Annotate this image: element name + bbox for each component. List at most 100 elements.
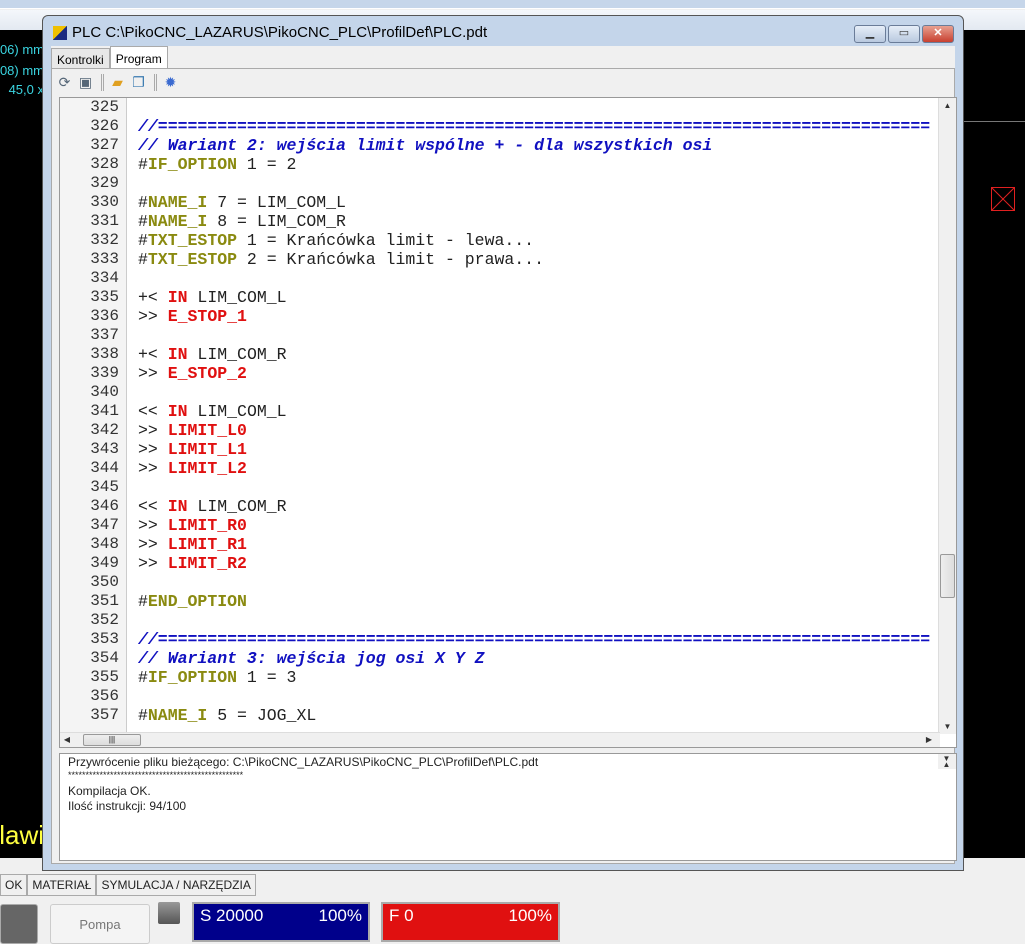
code-line[interactable]: #NAME_I 5 = JOG_XL	[138, 706, 939, 725]
tab-kontrolki[interactable]: Kontrolki	[51, 48, 110, 69]
code-area[interactable]: //======================================…	[138, 98, 939, 734]
maximize-button[interactable]: ▭	[888, 25, 920, 43]
code-line[interactable]	[138, 611, 939, 630]
code-keyword: LIMIT_R0	[167, 516, 247, 535]
line-number: 325	[90, 98, 119, 116]
code-line[interactable]: +< IN LIM_COM_R	[138, 345, 939, 364]
code-line[interactable]	[138, 174, 939, 193]
spindle-label: S 20000	[200, 906, 264, 925]
line-number: 333	[90, 250, 119, 268]
code-text: >>	[138, 554, 168, 573]
app-top-bar	[0, 0, 1025, 9]
code-line[interactable]: //======================================…	[138, 630, 939, 649]
code-line[interactable]: >> LIMIT_L1	[138, 440, 939, 459]
code-line[interactable]: >> LIMIT_R2	[138, 554, 939, 573]
code-line[interactable]: >> LIMIT_L0	[138, 421, 939, 440]
code-line[interactable]: #NAME_I 8 = LIM_COM_R	[138, 212, 939, 231]
code-comment: // Wariant 2: wejścia limit wspólne + - …	[138, 136, 713, 155]
compile-output: Przywrócenie pliku bieżącego: C:\PikoCNC…	[59, 753, 957, 861]
spindle-percent: 100%	[318, 906, 362, 925]
tab-ok[interactable]: OK	[0, 874, 28, 896]
code-line[interactable]: #IF_OPTION 1 = 2	[138, 155, 939, 174]
code-keyword: LIMIT_L2	[167, 459, 247, 478]
output-scrollbar[interactable]: ▲ ▼	[938, 754, 956, 769]
code-line[interactable]: #IF_OPTION 1 = 3	[138, 668, 939, 687]
code-line[interactable]	[138, 98, 939, 117]
open-folder-icon[interactable]: ▰	[109, 74, 126, 91]
refresh-icon[interactable]: ⟳	[56, 74, 73, 91]
scroll-thumb[interactable]: |||	[83, 734, 141, 746]
feed-percent: 100%	[508, 906, 552, 925]
code-line[interactable]: //======================================…	[138, 117, 939, 136]
code-text: #	[138, 706, 148, 725]
code-directive: NAME_I	[147, 212, 208, 231]
pump-button[interactable]: Pompa	[50, 904, 150, 944]
code-line[interactable]: >> E_STOP_1	[138, 307, 939, 326]
code-line[interactable]	[138, 687, 939, 706]
tab-program[interactable]: Program	[109, 46, 168, 69]
code-line[interactable]: << IN LIM_COM_R	[138, 497, 939, 516]
code-line[interactable]	[138, 573, 939, 592]
code-directive: IF_OPTION	[147, 155, 238, 174]
tab-bar: Kontrolki Program	[51, 46, 168, 69]
code-line[interactable]: >> LIMIT_R0	[138, 516, 939, 535]
line-number: 327	[90, 136, 119, 154]
line-number: 351	[90, 592, 119, 610]
code-line[interactable]	[138, 383, 939, 402]
code-line[interactable]: // Wariant 2: wejścia limit wspólne + - …	[138, 136, 939, 155]
line-number: 349	[90, 554, 119, 572]
code-line[interactable]: >> LIMIT_R1	[138, 535, 939, 554]
code-text: #	[138, 250, 148, 269]
scroll-thumb[interactable]	[940, 554, 955, 598]
code-line[interactable]: << IN LIM_COM_L	[138, 402, 939, 421]
code-line[interactable]	[138, 478, 939, 497]
output-line: Kompilacja OK.	[68, 784, 151, 798]
scroll-right-icon[interactable]: ▶	[922, 735, 936, 744]
code-keyword: E_STOP_2	[167, 364, 247, 383]
code-text: >>	[138, 307, 168, 326]
divider	[962, 121, 1025, 122]
code-line[interactable]	[138, 269, 939, 288]
vertical-scrollbar[interactable]: ▲ ▼	[938, 98, 956, 734]
dark-button[interactable]	[0, 904, 38, 944]
scroll-down-icon[interactable]: ▼	[939, 722, 956, 731]
horizontal-scrollbar[interactable]: ◀ ||| ▶	[60, 732, 940, 747]
axis-readout: 45,0 x	[8, 82, 44, 97]
copy-icon[interactable]: ❐	[130, 74, 147, 91]
tab-material[interactable]: MATERIAŁ	[27, 874, 97, 896]
scroll-up-icon[interactable]: ▲	[939, 101, 956, 110]
line-number: 332	[90, 231, 119, 249]
axis-readout: 08) mm	[0, 63, 44, 78]
code-line[interactable]: // Wariant 3: wejścia jog osi X Y Z	[138, 649, 939, 668]
toolbar-separator	[154, 73, 155, 91]
code-keyword: LIMIT_L1	[167, 440, 247, 459]
minimize-button[interactable]: ▁	[854, 25, 886, 43]
code-line[interactable]: +< IN LIM_COM_L	[138, 288, 939, 307]
spindle-box: S 20000 100%	[192, 902, 370, 942]
code-editor[interactable]: 325 326 327 328 329 330 331 332 333 334 335 336 337 3…	[59, 97, 957, 748]
line-number: 339	[90, 364, 119, 382]
close-button[interactable]: ✕	[922, 25, 954, 43]
code-line[interactable]: #TXT_ESTOP 2 = Krańcówka limit - prawa..…	[138, 250, 939, 269]
code-keyword: IN	[167, 288, 188, 307]
scroll-left-icon[interactable]: ◀	[60, 735, 74, 744]
code-text: 1 = Krańcówka limit - lewa...	[237, 231, 535, 250]
code-line[interactable]: #TXT_ESTOP 1 = Krańcówka limit - lewa...	[138, 231, 939, 250]
line-numbers: 325 326 327 328 329 330 331 332 333 334 335 336 337 3…	[60, 98, 127, 734]
line-number: 334	[90, 269, 119, 287]
code-text: +<	[138, 345, 168, 364]
code-line[interactable]: #END_OPTION	[138, 592, 939, 611]
indicator-led	[158, 902, 180, 924]
line-number: 353	[90, 630, 119, 648]
tab-simulation-tools[interactable]: SYMULACJA / NARZĘDZIA	[96, 874, 256, 896]
feed-box: F 0 100%	[381, 902, 560, 942]
code-line[interactable]: #NAME_I 7 = LIM_COM_L	[138, 193, 939, 212]
line-number: 342	[90, 421, 119, 439]
settings-gear-icon[interactable]: ✹	[162, 74, 179, 91]
scroll-down-icon[interactable]: ▼	[938, 751, 955, 766]
code-directive: NAME_I	[147, 706, 208, 725]
code-line[interactable]: >> LIMIT_L2	[138, 459, 939, 478]
code-line[interactable]	[138, 326, 939, 345]
code-line[interactable]: >> E_STOP_2	[138, 364, 939, 383]
save-icon[interactable]: ▣	[77, 74, 94, 91]
